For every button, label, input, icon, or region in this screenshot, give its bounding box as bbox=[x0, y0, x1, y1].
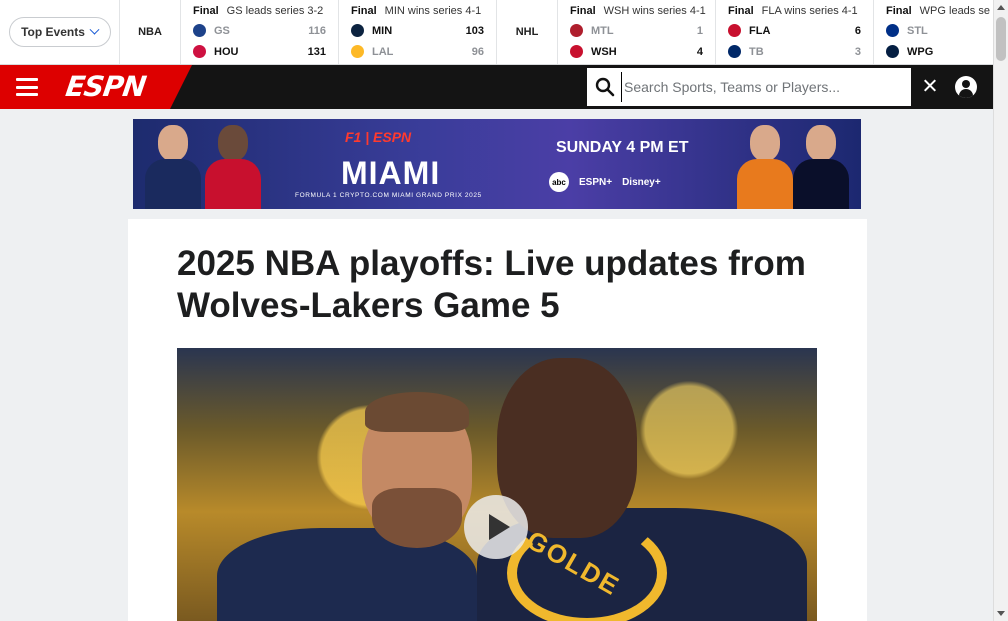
team-logo-icon bbox=[886, 45, 899, 58]
ad-banner[interactable]: F1 | ESPN MIAMI FORMULA 1 CRYPTO.COM MIA… bbox=[133, 119, 861, 209]
video-thumbnail[interactable]: GOLDE bbox=[177, 348, 817, 621]
game-card[interactable]: Final GS leads series 3-2 GS 116 HOU 131 bbox=[181, 0, 339, 64]
play-icon[interactable] bbox=[464, 495, 528, 559]
hamburger-menu-icon[interactable] bbox=[16, 78, 38, 96]
game-note: MIN wins series 4-1 bbox=[384, 5, 482, 17]
driver-image bbox=[141, 119, 203, 209]
team-row: TB 3 bbox=[728, 41, 861, 62]
team-score: 103 bbox=[465, 24, 484, 37]
scoreboard-strip: Top Events NBA Final GS leads series 3-2 … bbox=[0, 0, 993, 65]
ad-city: MIAMI bbox=[341, 155, 441, 191]
team-abbr: MIN bbox=[372, 24, 393, 37]
game-note: WSH wins series 4-1 bbox=[603, 5, 706, 17]
game-note: WPG leads se bbox=[919, 5, 990, 17]
search-input[interactable] bbox=[621, 72, 911, 102]
team-row: MIN 103 bbox=[351, 20, 484, 41]
team-score: 116 bbox=[308, 24, 326, 37]
team-row: LAL 96 bbox=[351, 41, 484, 62]
team-row: WPG bbox=[886, 41, 993, 62]
team-logo-icon bbox=[570, 45, 583, 58]
game-status: Final bbox=[728, 5, 754, 17]
team-score: 3 bbox=[854, 45, 861, 58]
game-card[interactable]: Final MIN wins series 4-1 MIN 103 LAL 96 bbox=[339, 0, 497, 64]
team-abbr: STL bbox=[907, 24, 928, 37]
team-row: HOU 131 bbox=[193, 41, 326, 62]
game-note: FLA wins series 4-1 bbox=[761, 5, 858, 17]
chevron-down-icon bbox=[89, 24, 100, 35]
scroll-up-icon[interactable] bbox=[997, 5, 1005, 10]
game-card[interactable]: Final FLA wins series 4-1 FLA 6 TB 3 bbox=[716, 0, 874, 64]
game-status: Final bbox=[193, 5, 219, 17]
team-abbr: FLA bbox=[749, 24, 771, 37]
team-row: MTL 1 bbox=[570, 20, 703, 41]
team-abbr: GS bbox=[214, 24, 230, 37]
team-abbr: WPG bbox=[907, 45, 934, 58]
espn-plus-logo: ESPN+ bbox=[579, 176, 613, 188]
page-scrollbar[interactable] bbox=[993, 0, 1008, 621]
team-logo-icon bbox=[570, 24, 583, 37]
game-card[interactable]: Final WPG leads se STL WPG bbox=[874, 0, 993, 64]
abc-logo: abc bbox=[549, 172, 569, 192]
team-abbr: WSH bbox=[591, 45, 617, 58]
team-score: 4 bbox=[696, 45, 703, 58]
disney-plus-logo: Disney+ bbox=[622, 176, 661, 188]
team-abbr: LAL bbox=[372, 45, 394, 58]
ad-networks: abc ESPN+ Disney+ bbox=[549, 172, 661, 192]
team-logo-icon bbox=[886, 24, 899, 37]
driver-image bbox=[201, 119, 263, 209]
scroll-down-icon[interactable] bbox=[997, 611, 1005, 616]
league-label-nba[interactable]: NBA bbox=[120, 0, 181, 64]
game-status: Final bbox=[886, 5, 912, 17]
team-logo-icon bbox=[193, 24, 206, 37]
profile-avatar-icon[interactable] bbox=[955, 76, 977, 98]
team-row: GS 116 bbox=[193, 20, 326, 41]
team-score: 131 bbox=[307, 45, 326, 58]
league-label-nhl[interactable]: NHL bbox=[497, 0, 558, 64]
team-row: FLA 6 bbox=[728, 20, 861, 41]
driver-image bbox=[733, 119, 795, 209]
article-headline: 2025 NBA playoffs: Live updates from Wol… bbox=[177, 244, 806, 325]
scroll-thumb[interactable] bbox=[996, 17, 1006, 61]
game-card[interactable]: Final WSH wins series 4-1 MTL 1 WSH 4 bbox=[558, 0, 716, 64]
brand-block: ESPN bbox=[0, 65, 192, 109]
team-logo-icon bbox=[351, 24, 364, 37]
ad-subtitle: FORMULA 1 CRYPTO.COM MIAMI GRAND PRIX 20… bbox=[295, 192, 482, 199]
espn-logo[interactable]: ESPN bbox=[64, 70, 148, 103]
game-status: Final bbox=[351, 5, 377, 17]
search-icon bbox=[595, 77, 615, 97]
top-navbar: ESPN bbox=[0, 65, 993, 109]
close-search-icon[interactable] bbox=[920, 76, 940, 96]
search-box bbox=[587, 68, 911, 106]
team-logo-icon bbox=[728, 45, 741, 58]
team-score: 1 bbox=[696, 24, 703, 37]
team-row: STL bbox=[886, 20, 993, 41]
team-logo-icon bbox=[728, 24, 741, 37]
ad-brand: F1 | ESPN bbox=[345, 129, 412, 145]
top-events-dropdown[interactable]: Top Events bbox=[8, 17, 111, 47]
game-status: Final bbox=[570, 5, 596, 17]
team-row: WSH 4 bbox=[570, 41, 703, 62]
team-score: 6 bbox=[854, 24, 861, 37]
team-abbr: HOU bbox=[214, 45, 239, 58]
game-note: GS leads series 3-2 bbox=[226, 5, 324, 17]
team-logo-icon bbox=[351, 45, 364, 58]
team-abbr: MTL bbox=[591, 24, 614, 37]
events-cell: Top Events bbox=[0, 0, 120, 64]
article-card: 2025 NBA playoffs: Live updates from Wol… bbox=[128, 219, 867, 621]
driver-image bbox=[789, 119, 851, 209]
top-events-label: Top Events bbox=[21, 25, 85, 39]
team-logo-icon bbox=[193, 45, 206, 58]
ad-time: SUNDAY 4 PM ET bbox=[556, 139, 689, 156]
team-score: 96 bbox=[471, 45, 484, 58]
team-abbr: TB bbox=[749, 45, 764, 58]
